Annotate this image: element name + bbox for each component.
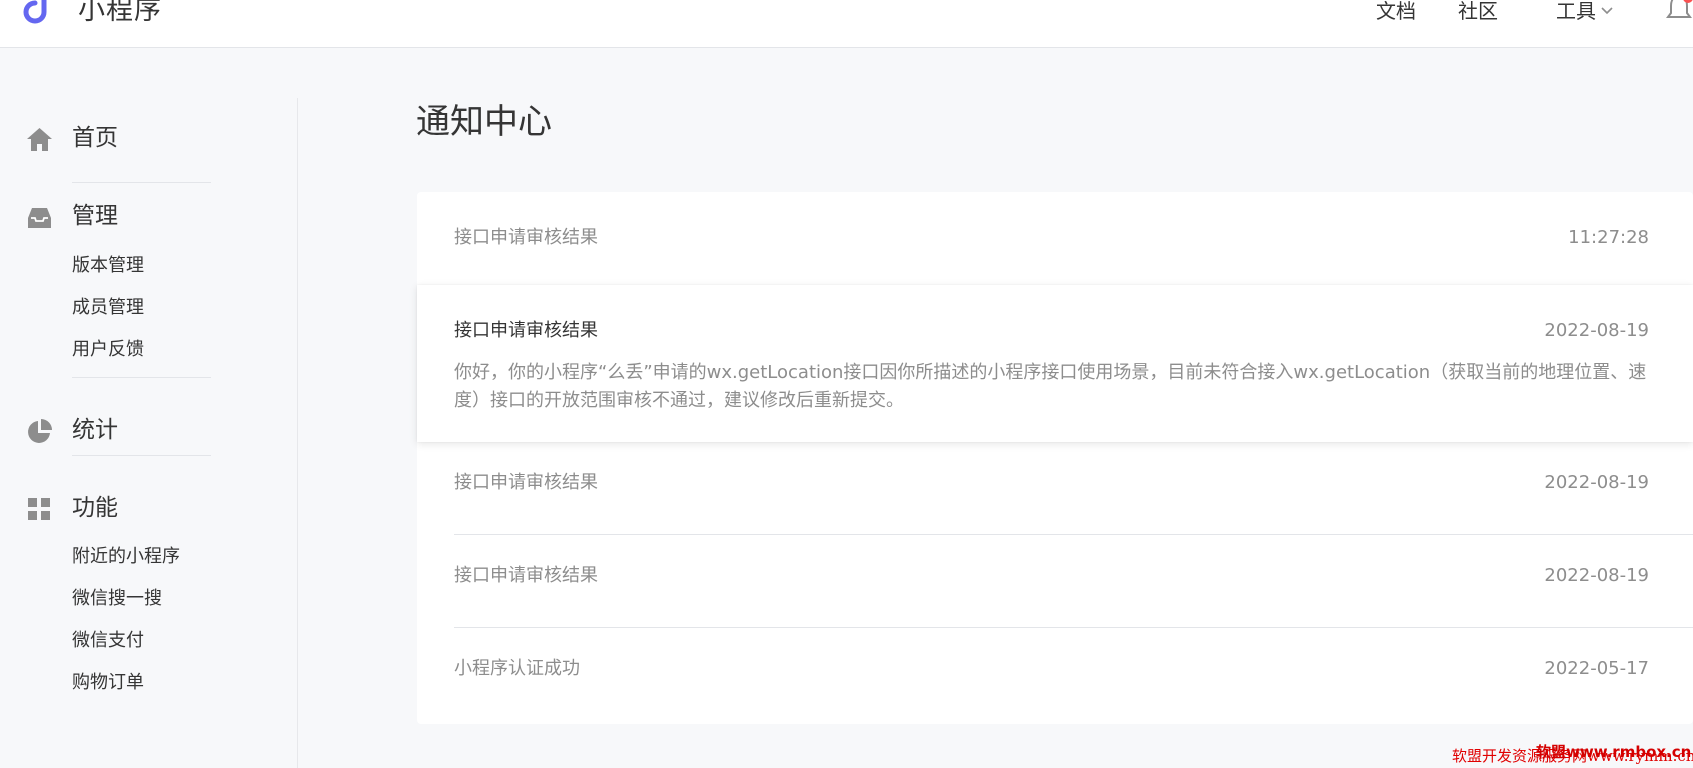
notification-date: 2022-08-19 [1544,320,1649,341]
sidebar-item-manage[interactable]: 管理 [0,197,298,237]
sidebar-item-user-feedback[interactable]: 用户反馈 [72,338,144,362]
sidebar-item-label: 功能 [72,495,118,521]
sidebar-item-label: 管理 [72,203,118,229]
sidebar-item-version-management[interactable]: 版本管理 [72,254,144,278]
chevron-down-icon[interactable] [1601,6,1613,15]
grid-icon [28,498,50,520]
notification-item[interactable]: 接口申请审核结果 11:27:28 [417,192,1693,285]
notification-item[interactable]: 接口申请审核结果 2022-08-19 [417,442,1693,535]
notification-date: 2022-08-19 [1544,472,1649,493]
bell-icon[interactable] [1666,0,1693,22]
sidebar-item-nearby-mini-programs[interactable]: 附近的小程序 [72,545,180,569]
sidebar-item-label: 首页 [72,125,118,151]
sidebar-divider [72,182,211,183]
sidebar-item-member-management[interactable]: 成员管理 [72,296,144,320]
sidebar: 首页 管理 版本管理 成员管理 用户反馈 统计 功能 附近的小程序 微信搜一搜 … [0,48,298,768]
sidebar-item-features[interactable]: 功能 [0,489,298,529]
sidebar-border [297,98,298,768]
notification-body: 你好，你的小程序“么丢”申请的wx.getLocation接口因你所描述的小程序… [454,362,1647,411]
sidebar-divider [72,377,211,378]
watermark-overlay-text: 软盟www.rmbox.cn [1536,743,1692,761]
notification-item[interactable]: 接口申请审核结果 2022-08-19 [417,535,1693,628]
nav-tools-menu[interactable]: 工具 [1556,0,1596,24]
notification-title: 小程序认证成功 [454,658,580,679]
sidebar-divider [72,455,211,456]
notification-item[interactable]: 小程序认证成功 2022-05-17 [417,628,1693,724]
notification-list: 接口申请审核结果 11:27:28 接口申请审核结果 2022-08-19 你好… [417,192,1693,724]
sidebar-item-statistics[interactable]: 统计 [0,411,298,451]
home-icon [27,128,52,151]
sidebar-item-wechat-pay[interactable]: 微信支付 [72,629,144,653]
notification-title: 接口申请审核结果 [454,565,598,586]
nav-docs-link[interactable]: 文档 [1376,0,1416,24]
notification-title: 接口申请审核结果 [454,320,598,341]
nav-community-link[interactable]: 社区 [1458,0,1498,24]
notification-date: 11:27:28 [1568,227,1649,248]
notification-item-expanded[interactable]: 接口申请审核结果 2022-08-19 你好，你的小程序“么丢”申请的wx.ge… [417,285,1693,442]
inbox-icon [28,208,51,228]
pie-chart-icon [28,419,52,443]
watermark-overlay: 软盟www.rmbox.cn [1536,742,1691,762]
sidebar-item-shopping-orders[interactable]: 购物订单 [72,671,144,695]
notification-date: 2022-05-17 [1544,658,1649,679]
app-title[interactable]: 小程序 [78,0,162,28]
sidebar-item-wechat-search[interactable]: 微信搜一搜 [72,587,162,611]
mini-program-logo-icon[interactable] [22,0,56,30]
top-bar: 小程序 文档 社区 工具 [0,0,1693,48]
notification-title: 接口申请审核结果 [454,472,598,493]
notification-title: 接口申请审核结果 [454,227,598,248]
notification-date: 2022-08-19 [1544,565,1649,586]
page-title: 通知中心 [416,102,552,142]
sidebar-item-home[interactable]: 首页 [0,119,298,159]
sidebar-item-label: 统计 [72,417,118,443]
